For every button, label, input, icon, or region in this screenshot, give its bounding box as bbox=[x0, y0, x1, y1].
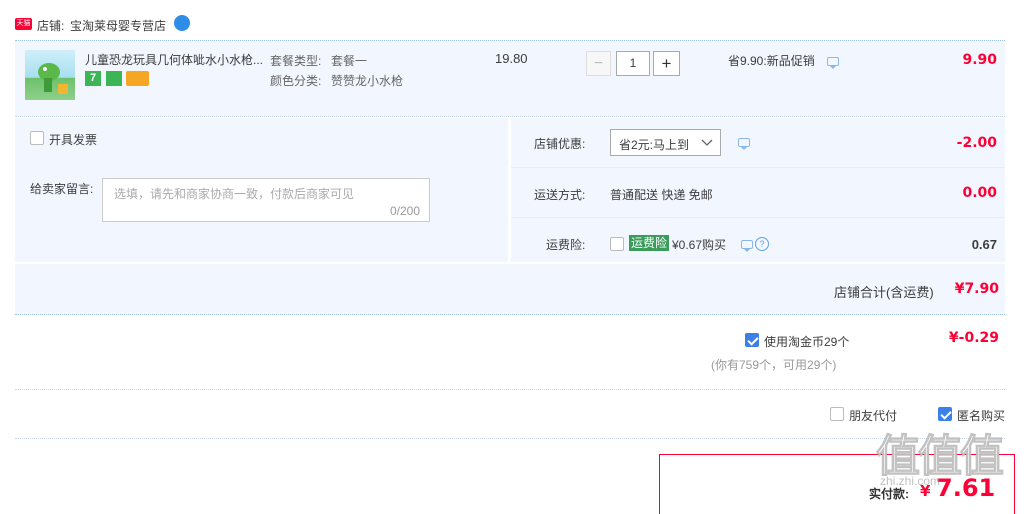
freight-insurance-amount: 0.67 bbox=[971, 237, 997, 252]
quantity-minus-button[interactable]: − bbox=[586, 51, 611, 76]
divider bbox=[15, 438, 1005, 439]
freight-insurance-label: 运费险: bbox=[546, 238, 586, 252]
quantity-plus-button[interactable]: + bbox=[653, 51, 680, 76]
taojinbi-label[interactable]: 使用淘金币29个 bbox=[764, 333, 849, 350]
item-subtotal: 9.90 bbox=[962, 52, 997, 68]
freight-insurance-checkbox[interactable] bbox=[610, 237, 624, 251]
invoice-checkbox[interactable] bbox=[30, 131, 44, 145]
taojinbi-note: (你有759个，可用29个) bbox=[711, 358, 837, 372]
color-value: 赞赞龙小水枪 bbox=[331, 74, 404, 88]
wangwang-chat-icon[interactable] bbox=[174, 15, 190, 31]
divider bbox=[15, 389, 1005, 390]
shop-label: 店铺: bbox=[37, 19, 65, 33]
tmall-badge: 天猫 bbox=[15, 18, 32, 30]
dinosaur-toy-image bbox=[38, 63, 68, 94]
promo-text: 省9.90:新品促销 bbox=[728, 54, 815, 68]
seller-message-label: 给卖家留言: bbox=[30, 182, 94, 196]
seller-message-counter: 0/200 bbox=[389, 204, 420, 218]
friend-pay-checkbox[interactable] bbox=[830, 407, 844, 421]
shipping-value: 普通配送 快递 免邮 bbox=[610, 188, 713, 202]
credit-card-icon bbox=[126, 71, 149, 86]
taojinbi-checkbox[interactable] bbox=[745, 333, 759, 347]
shop-total-amount: ¥7.90 bbox=[954, 281, 999, 297]
freight-insurance-price: ¥0.67购买 bbox=[672, 238, 727, 252]
taojinbi-amount: ¥-0.29 bbox=[948, 330, 999, 346]
shipping-label: 运送方式: bbox=[534, 188, 586, 202]
shop-name[interactable]: 宝淘莱母婴专营店 bbox=[70, 17, 166, 34]
color-label: 颜色分类: bbox=[270, 74, 322, 88]
help-icon[interactable]: ? bbox=[755, 237, 769, 251]
shop-discount-select[interactable]: 省2元:马上到 bbox=[610, 129, 721, 156]
product-thumbnail[interactable] bbox=[25, 50, 75, 100]
seller-message-textarea[interactable]: 选填，请先和商家协商一致，付款后商家可见 0/200 bbox=[102, 178, 430, 222]
anonymous-checkbox[interactable] bbox=[938, 407, 952, 421]
discount-comment-icon[interactable] bbox=[738, 138, 750, 150]
seven-day-return-badge: 7 bbox=[85, 71, 101, 86]
quantity-input[interactable]: 1 bbox=[616, 51, 650, 76]
unit-price: 19.80 bbox=[495, 51, 528, 66]
shop-total-label: 店铺合计(含运费) bbox=[834, 285, 934, 300]
shipping-amount: 0.00 bbox=[962, 185, 997, 201]
shop-discount-selected: 省2元:马上到 bbox=[619, 138, 690, 152]
shop-discount-label: 店铺优惠: bbox=[534, 137, 586, 151]
promo-comment-icon[interactable] bbox=[827, 57, 839, 69]
guarantee-icon bbox=[106, 71, 122, 86]
invoice-label[interactable]: 开具发票 bbox=[49, 131, 97, 148]
freight-insurance-tag: 运费险 bbox=[629, 235, 670, 251]
package-type-label: 套餐类型: bbox=[270, 54, 322, 68]
insurance-comment-icon[interactable] bbox=[741, 240, 753, 252]
watermark-url: zhi.zhi.com bbox=[880, 474, 941, 488]
seller-message-placeholder: 选填，请先和商家协商一致，付款后商家可见 bbox=[114, 187, 355, 201]
shop-discount-amount: -2.00 bbox=[956, 135, 997, 151]
product-title[interactable]: 儿童恐龙玩具几何体呲水小水枪... bbox=[85, 51, 263, 68]
package-type-value: 套餐一 bbox=[331, 54, 368, 68]
chevron-down-icon bbox=[701, 139, 713, 146]
